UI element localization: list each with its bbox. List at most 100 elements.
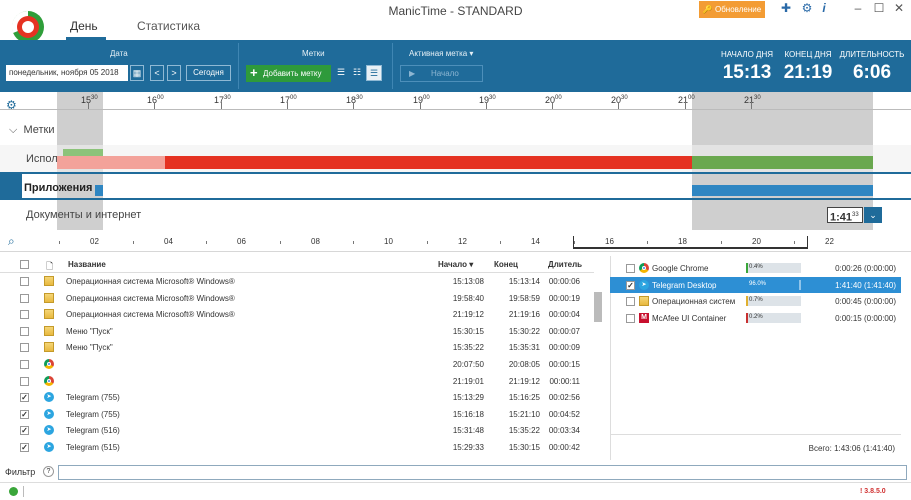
table-row[interactable]: Меню "Пуск" 15:30:15 15:30:22 00:00:07 (0, 323, 594, 340)
table-row[interactable]: 20:07:50 20:08:05 00:00:15 (0, 356, 594, 373)
version-label[interactable]: ! 3.8.5.0 (860, 488, 886, 495)
row-name: Операционная система Microsoft® Windows® (66, 310, 235, 320)
table-scrollbar[interactable] (594, 292, 602, 322)
date-input[interactable]: понедельник, ноября 05 2018 (6, 65, 128, 81)
axis-tick-label: 22 (825, 237, 834, 246)
start-button[interactable]: ▶ Начало (400, 65, 483, 82)
apps-bar-right[interactable] (692, 185, 873, 196)
today-button[interactable]: Сегодня (186, 65, 231, 81)
col-start[interactable]: Начало ▾ (438, 260, 473, 269)
chrome-icon (44, 359, 54, 369)
status-divider (23, 486, 24, 497)
table-row[interactable]: Операционная система Microsoft® Windows®… (0, 290, 594, 307)
row-checkbox[interactable] (20, 277, 29, 286)
filter-help-icon[interactable]: ? (43, 466, 54, 477)
table-row[interactable]: ✓ ➤ Telegram (755) 15:13:29 15:16:25 00:02:56 (0, 389, 594, 406)
row-duration: 00:00:42 (548, 443, 580, 452)
select-all-checkbox[interactable] (20, 260, 29, 269)
app-row[interactable]: Google Chrome 0.4% 0:00:26 (0:00:00) (610, 260, 901, 276)
table-row[interactable]: Операционная система Microsoft® Windows®… (0, 306, 594, 323)
row-checkbox[interactable]: ✓ (20, 426, 29, 436)
app-checkbox[interactable] (626, 313, 635, 323)
row-end: 15:30:15 (508, 443, 540, 452)
col-duration[interactable]: Длитель (548, 260, 582, 269)
app-row[interactable]: Операционная систем 0.7% 0:00:45 (0:00:00) (610, 293, 901, 309)
puzzle-icon[interactable]: ✚ (776, 1, 796, 15)
hour-tick-label: 2130 (744, 95, 761, 105)
axis-minor-tick (574, 241, 575, 244)
row-end: 15:30:22 (508, 326, 540, 336)
row-checkbox[interactable]: ✓ (20, 393, 29, 403)
tab-statistics[interactable]: Статистика (137, 19, 200, 33)
usage-bar-red[interactable] (165, 156, 692, 169)
col-name[interactable]: Название (68, 260, 106, 269)
prev-day-button[interactable]: < (150, 65, 164, 81)
table-row[interactable]: Операционная система Microsoft® Windows®… (0, 273, 594, 290)
hour-tick-mark (353, 102, 354, 109)
toolbar: Дата понедельник, ноября 05 2018 ▦ < > С… (0, 40, 911, 92)
usage-bar-green[interactable] (692, 156, 873, 169)
row-checkbox[interactable] (20, 310, 29, 320)
row-start: 20:07:50 (452, 360, 484, 369)
app-checkbox[interactable] (626, 297, 635, 307)
app-checkbox[interactable]: ✓ (626, 280, 635, 290)
list-compact-icon[interactable]: ☰ (366, 65, 382, 81)
row-duration: 00:00:07 (548, 326, 580, 336)
hour-tick-label: 2000 (545, 95, 562, 105)
hour-tick-label: 2030 (611, 95, 628, 105)
table-row[interactable]: ✓ ➤ Telegram (516) 15:31:48 15:35:22 00:03:34 (0, 422, 594, 439)
row-checkbox[interactable]: ✓ (20, 443, 29, 452)
row-checkbox[interactable] (20, 326, 29, 336)
table-row[interactable]: 21:19:01 21:19:12 00:00:11 (0, 373, 594, 390)
app-checkbox[interactable] (626, 264, 635, 273)
table-row[interactable]: ✓ ➤ Telegram (755) 15:16:18 15:21:10 00:04:52 (0, 406, 594, 423)
app-name: Telegram Desktop (652, 280, 717, 290)
title-bar: День Статистика ManicTime - STANDARD 🔑 О… (0, 0, 911, 43)
minimize-button[interactable]: – (848, 1, 868, 15)
filter-input[interactable] (58, 465, 907, 480)
table-row[interactable]: ✓ ➤ Telegram (515) 15:29:33 15:30:15 00:00:42 (0, 439, 594, 456)
update-button[interactable]: 🔑 Обновление (699, 1, 765, 18)
zoom-dropdown-icon[interactable]: ⌄ (864, 207, 882, 223)
app-row[interactable]: M McAfee UI Container 0.2% 0:00:15 (0:00:00… (610, 310, 901, 326)
hour-tick-label: 1900 (413, 95, 430, 105)
tab-day[interactable]: День (70, 19, 98, 33)
row-checkbox[interactable]: ✓ (20, 409, 29, 419)
app-percent-fill (746, 296, 748, 307)
row-checkbox[interactable] (20, 293, 29, 303)
start-label: Начало (431, 69, 459, 78)
row-checkbox[interactable] (20, 360, 29, 369)
add-tag-button[interactable]: + Добавить метку (246, 65, 331, 82)
active-tag-label[interactable]: Активная метка ▾ (409, 49, 473, 58)
row-name: Telegram (516) (66, 426, 120, 436)
row-start: 15:13:29 (452, 393, 484, 403)
col-end[interactable]: Конец (494, 260, 518, 269)
row-checkbox[interactable] (20, 343, 29, 353)
list-view-icon[interactable]: ☰ (334, 65, 348, 81)
add-tag-label: Добавить метку (263, 69, 322, 78)
maximize-button[interactable]: ☐ (869, 1, 889, 15)
applications-summary: Google Chrome 0.4% 0:00:26 (0:00:00) ✓ ➤ Tele… (610, 256, 911, 460)
search-icon[interactable]: ⌕ (8, 234, 15, 249)
day-axis[interactable]: ⌕ 02 04 06 08 10 12 14 16 18 20 22 (0, 232, 911, 252)
usage-bar-green-small[interactable] (63, 149, 103, 156)
windows-folder-icon (639, 296, 649, 307)
hour-ruler (0, 109, 911, 110)
usage-bar-dim[interactable] (57, 156, 165, 169)
list-detail-icon[interactable]: ☷ (350, 65, 364, 81)
close-button[interactable]: ✕ (889, 1, 909, 15)
window-title: ManicTime - STANDARD (388, 4, 523, 18)
row-duration: 00:03:34 (548, 426, 580, 436)
next-day-button[interactable]: > (167, 65, 181, 81)
row-checkbox[interactable] (20, 376, 29, 386)
calendar-icon[interactable]: ▦ (130, 65, 144, 81)
apps-bar-left[interactable] (95, 185, 103, 196)
axis-range-bar[interactable] (573, 247, 808, 249)
table-row[interactable]: Меню "Пуск" 15:35:22 15:35:31 00:00:09 (0, 339, 594, 356)
info-icon[interactable]: i (814, 1, 834, 15)
timeline[interactable]: ⚙ 1530 1600 1730 1700 1830 1900 1930 2000 2030 21… (0, 92, 911, 230)
axis-minor-tick (427, 241, 428, 244)
app-row[interactable]: ✓ ➤ Telegram Desktop 96.0% 1:41:40 (1:41:40) (610, 276, 901, 293)
axis-tick-label: 18 (678, 237, 687, 246)
chevron-down-icon[interactable]: ⌵ (9, 124, 17, 136)
